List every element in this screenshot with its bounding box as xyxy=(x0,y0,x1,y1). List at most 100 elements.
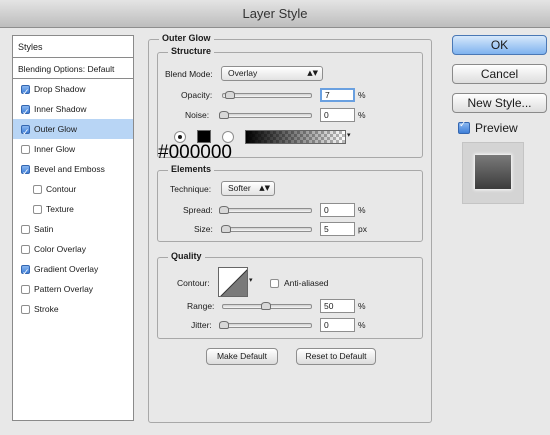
noise-unit: % xyxy=(358,110,366,120)
styles-item-outer-glow[interactable]: Outer Glow xyxy=(13,119,133,143)
blend-mode-select[interactable]: Overlay ▲▼ xyxy=(221,66,323,81)
spread-slider[interactable] xyxy=(222,208,312,213)
styles-item-inner-glow[interactable]: Inner Glow xyxy=(13,139,133,159)
elements-title: Elements xyxy=(168,164,215,174)
window-title: Layer Style xyxy=(0,0,550,28)
styles-list: Styles Blending Options: Default Drop Sh… xyxy=(12,35,134,421)
style-checkbox[interactable] xyxy=(21,144,30,154)
styles-item-label: Satin xyxy=(34,224,54,234)
cancel-button[interactable]: Cancel xyxy=(452,64,547,84)
contour-curve-icon xyxy=(220,269,247,296)
opacity-unit: % xyxy=(358,90,366,100)
styles-item-label: Outer Glow xyxy=(34,124,77,134)
contour-label: Contour: xyxy=(177,278,210,288)
styles-item-inner-shadow[interactable]: Inner Shadow xyxy=(13,99,133,123)
preview-swatch xyxy=(475,155,511,189)
styles-item-label: Gradient Overlay xyxy=(34,264,99,274)
styles-item-satin[interactable]: Satin xyxy=(13,219,133,239)
blend-mode-value: Overlay xyxy=(228,68,258,78)
style-checkbox[interactable] xyxy=(21,284,30,294)
jitter-label: Jitter: xyxy=(191,320,212,330)
dropdown-arrows-icon: ▲▼ xyxy=(259,184,270,192)
anti-aliased-label: Anti-aliased xyxy=(284,278,329,288)
range-input[interactable]: 50 xyxy=(320,299,355,313)
size-label: Size: xyxy=(194,224,213,234)
style-checkbox[interactable] xyxy=(33,204,42,214)
style-checkbox[interactable] xyxy=(21,123,30,143)
style-checkbox[interactable] xyxy=(21,103,30,123)
ok-button[interactable]: OK xyxy=(452,35,547,55)
make-default-button[interactable]: Make Default xyxy=(206,348,278,365)
noise-slider[interactable] xyxy=(222,113,312,118)
styles-item-label: Color Overlay xyxy=(34,244,86,254)
opacity-input[interactable]: 7 xyxy=(320,88,355,102)
style-preview-thumbnail xyxy=(462,142,524,204)
spread-input[interactable]: 0 xyxy=(320,203,355,217)
style-checkbox[interactable] xyxy=(21,83,30,103)
glow-gradient-picker[interactable] xyxy=(245,130,346,144)
size-unit: px xyxy=(358,224,367,234)
contour-dropdown-icon[interactable]: ▾ xyxy=(249,276,253,284)
style-checkbox[interactable] xyxy=(21,244,30,254)
size-slider[interactable] xyxy=(222,227,312,232)
opacity-label: Opacity: xyxy=(181,90,213,100)
styles-item-color-overlay[interactable]: Color Overlay xyxy=(13,239,133,259)
styles-item-gradient-overlay[interactable]: Gradient Overlay xyxy=(13,259,133,283)
style-checkbox[interactable] xyxy=(21,263,30,283)
style-checkbox[interactable] xyxy=(21,163,30,183)
styles-item-label: Drop Shadow xyxy=(34,84,86,94)
outer-glow-title: Outer Glow xyxy=(159,33,214,43)
jitter-slider[interactable] xyxy=(222,323,312,328)
preview-label: Preview xyxy=(475,121,518,135)
opacity-slider[interactable] xyxy=(222,93,312,98)
jitter-unit: % xyxy=(358,320,366,330)
blending-options-item[interactable]: Blending Options: Default xyxy=(13,59,133,79)
gradient-dropdown-icon[interactable]: ▾ xyxy=(347,131,351,139)
technique-select[interactable]: Softer ▲▼ xyxy=(221,181,275,196)
range-label: Range: xyxy=(187,301,215,311)
structure-title: Structure xyxy=(168,46,215,56)
styles-item-label: Pattern Overlay xyxy=(34,284,94,294)
size-slider-thumb[interactable] xyxy=(220,225,231,233)
style-checkbox[interactable] xyxy=(33,184,42,194)
range-unit: % xyxy=(358,301,366,311)
spread-label: Spread: xyxy=(183,205,213,215)
reset-to-default-button[interactable]: Reset to Default xyxy=(296,348,376,365)
anti-aliased-checkbox[interactable] xyxy=(270,279,279,288)
styles-item-drop-shadow[interactable]: Drop Shadow xyxy=(13,79,133,103)
styles-item-label: Inner Glow xyxy=(34,144,76,154)
contour-picker[interactable] xyxy=(218,267,248,297)
styles-item-label: Contour xyxy=(46,184,77,194)
preview-checkbox[interactable] xyxy=(458,120,470,134)
style-checkbox[interactable] xyxy=(21,224,30,234)
style-checkbox[interactable] xyxy=(21,304,30,314)
styles-item-stroke[interactable]: Stroke xyxy=(13,299,133,319)
noise-input[interactable]: 0 xyxy=(320,108,355,122)
opacity-slider-thumb[interactable] xyxy=(224,91,235,99)
styles-item-contour[interactable]: Contour xyxy=(13,179,133,199)
quality-title: Quality xyxy=(168,251,205,261)
styles-item-label: Inner Shadow xyxy=(34,104,87,114)
new-style-button[interactable]: New Style... xyxy=(452,93,547,113)
styles-item-label: Stroke xyxy=(34,304,59,314)
jitter-slider-thumb[interactable] xyxy=(219,321,229,329)
dropdown-arrows-icon: ▲▼ xyxy=(307,69,318,77)
noise-label: Noise: xyxy=(185,110,210,120)
size-input[interactable]: 5 xyxy=(320,222,355,236)
technique-label: Technique: xyxy=(170,184,212,194)
spread-slider-thumb[interactable] xyxy=(219,206,229,214)
noise-slider-thumb[interactable] xyxy=(219,111,229,119)
styles-item-pattern-overlay[interactable]: Pattern Overlay xyxy=(13,279,133,299)
styles-items: Drop Shadow Inner Shadow Outer Glow Inner G… xyxy=(13,79,133,319)
styles-header[interactable]: Styles xyxy=(13,36,133,58)
styles-item-bevel-and-emboss[interactable]: Bevel and Emboss xyxy=(13,159,133,183)
styles-item-label: Bevel and Emboss xyxy=(34,164,105,174)
glow-color-hex: #000000 xyxy=(158,142,232,163)
range-slider-thumb[interactable] xyxy=(261,302,271,310)
styles-item-label: Texture xyxy=(46,204,74,214)
styles-item-texture[interactable]: Texture xyxy=(13,199,133,219)
jitter-input[interactable]: 0 xyxy=(320,318,355,332)
spread-unit: % xyxy=(358,205,366,215)
blend-mode-label: Blend Mode: xyxy=(165,69,213,79)
technique-value: Softer xyxy=(228,183,251,193)
